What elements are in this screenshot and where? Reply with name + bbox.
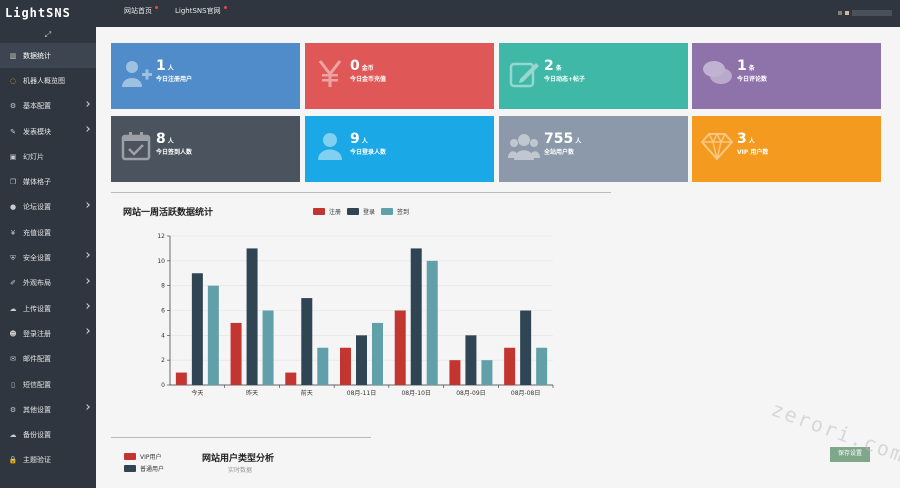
bar-2-6 [536,347,548,385]
bar-2-5 [481,360,493,385]
bar-0-3 [340,347,351,385]
bar-2-3 [372,322,383,385]
bar-2-1 [262,310,274,385]
y-tick-label: 4 [161,332,165,339]
bar-0-1 [230,322,242,385]
bar-0-4 [394,310,406,385]
legend-label: VIP用户 [140,454,162,461]
y-tick-label: 6 [161,308,165,315]
bar-0-6 [504,347,516,385]
legend-swatch [124,453,136,460]
y-tick-label: 12 [157,233,165,240]
bar-1-4 [410,248,422,385]
bar-2-4 [426,260,438,385]
x-tick-label: 昨天 [246,389,258,397]
x-tick-label: 08月-09日 [456,390,485,397]
bar-1-5 [465,335,477,385]
bar-1-6 [520,310,532,385]
bar-1-1 [246,248,258,385]
bar-2-0 [207,285,219,385]
pie-legend-normal[interactable]: 普通用户 [124,464,164,473]
pie-chart-subtitle: 实时数据 [228,467,253,474]
bar-1-3 [356,335,367,385]
legend-swatch [124,465,136,472]
bar-2-2 [317,347,329,385]
section-divider [111,437,371,438]
x-tick-label: 08月-10日 [401,390,430,397]
bar-0-5 [449,360,461,385]
x-tick-label: 08月-11日 [347,390,376,397]
bar-1-2 [301,298,313,385]
y-tick-label: 0 [161,382,165,389]
bar-0-0 [175,372,187,385]
activity-bar-chart: 0 2 4 6 8 10 12 今天 昨天 前天 08月-11日 08月-10日 08月-09日 08月-… [157,233,554,397]
pie-legend-vip[interactable]: VIP用户 [124,452,162,461]
y-tick-label: 8 [161,283,165,290]
legend-label: 普通用户 [140,466,165,473]
x-tick-label: 08月-08日 [511,390,540,397]
x-tick-label: 今天 [191,389,203,397]
x-tick-label: 前天 [301,389,313,397]
pie-chart-title: 网站用户类型分析 [202,454,275,464]
bar-0-2 [285,372,297,385]
y-tick-label: 2 [161,357,165,364]
y-tick-label: 10 [157,258,165,265]
bar-1-0 [191,273,203,385]
